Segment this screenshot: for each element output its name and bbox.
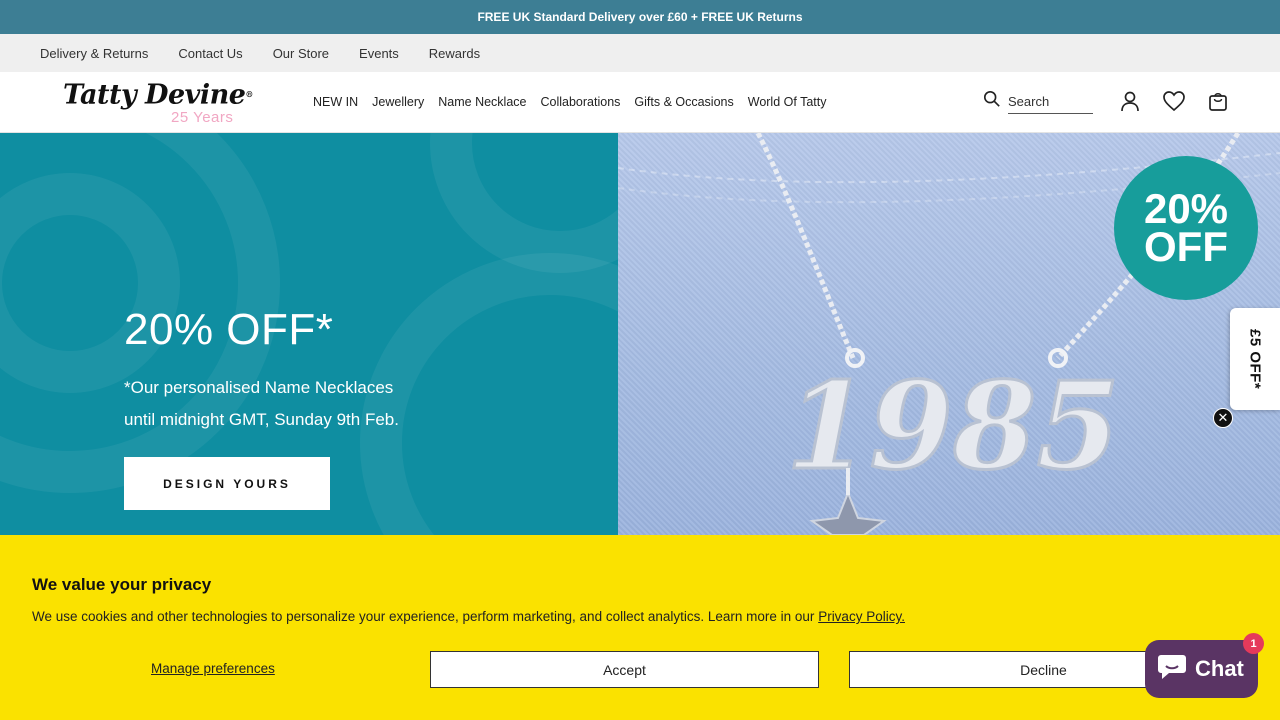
privacy-policy-link[interactable]: Privacy Policy. [818,609,905,624]
search-input[interactable] [1008,89,1093,114]
accept-button[interactable]: Accept [430,651,819,688]
utility-link-rewards[interactable]: Rewards [429,46,480,61]
nav-jewellery[interactable]: Jewellery [372,95,424,109]
logo-wordmark: Tatty Devine [63,79,246,111]
utility-link-our-store[interactable]: Our Store [273,46,329,61]
utility-link-contact-us[interactable]: Contact Us [178,46,242,61]
chat-button[interactable]: Chat [1145,640,1258,698]
hero-subtitle-line-2: until midnight GMT, Sunday 9th Feb. [124,410,399,429]
cookie-description: We use cookies and other technologies to… [32,609,905,624]
hero-title: 20% OFF* [124,305,334,354]
cookie-text: We use cookies and other technologies to… [32,609,815,624]
wishlist-heart-icon[interactable] [1161,88,1187,114]
site-header: Tatty Devine® 25 Years NEW IN Jewellery … [0,72,1280,133]
design-yours-button[interactable]: DESIGN YOURS [124,457,330,510]
discount-badge: 20% OFF [1114,156,1258,300]
utility-link-delivery-returns[interactable]: Delivery & Returns [40,46,148,61]
five-off-side-tab[interactable]: £5 OFF* [1230,308,1280,410]
announcement-bar: FREE UK Standard Delivery over £60 + FRE… [0,0,1280,34]
search-box [983,89,1093,114]
search-icon[interactable] [983,90,1001,113]
logo-registered-mark: ® [245,89,253,99]
chat-label: Chat [1195,656,1244,681]
nav-gifts-occasions[interactable]: Gifts & Occasions [634,95,733,109]
hero-promo-panel: 20% OFF* *Our personalised Name Necklace… [0,133,618,535]
background-swirl [430,133,618,273]
chat-notification-badge: 1 [1243,633,1264,654]
utility-nav: Delivery & Returns Contact Us Our Store … [0,34,1280,72]
cookie-consent-banner: We value your privacy We use cookies and… [0,535,1280,720]
chat-bubble-icon [1157,652,1187,686]
manage-preferences-link[interactable]: Manage preferences [151,661,275,676]
account-icon[interactable] [1117,88,1143,114]
hero-subtitle-line-1: *Our personalised Name Necklaces [124,378,394,397]
utility-link-events[interactable]: Events [359,46,399,61]
nav-name-necklace[interactable]: Name Necklace [438,95,526,109]
site-logo[interactable]: Tatty Devine® 25 Years [63,78,263,128]
nav-new-in[interactable]: NEW IN [313,95,358,109]
main-nav: NEW IN Jewellery Name Necklace Collabora… [313,72,826,132]
logo-anniversary: 25 Years [171,109,234,126]
side-tab-label: £5 OFF* [1246,328,1264,390]
nav-collaborations[interactable]: Collaborations [540,95,620,109]
nav-world-of-tatty[interactable]: World Of Tatty [748,95,827,109]
cookie-title: We value your privacy [32,575,212,594]
announcement-text: FREE UK Standard Delivery over £60 + FRE… [477,10,803,24]
cart-bag-icon[interactable] [1205,88,1231,114]
pendant-number: 1985 [786,356,1120,497]
background-swirl [360,253,618,535]
badge-off: OFF [1144,223,1228,270]
close-icon[interactable]: ✕ [1213,408,1233,428]
